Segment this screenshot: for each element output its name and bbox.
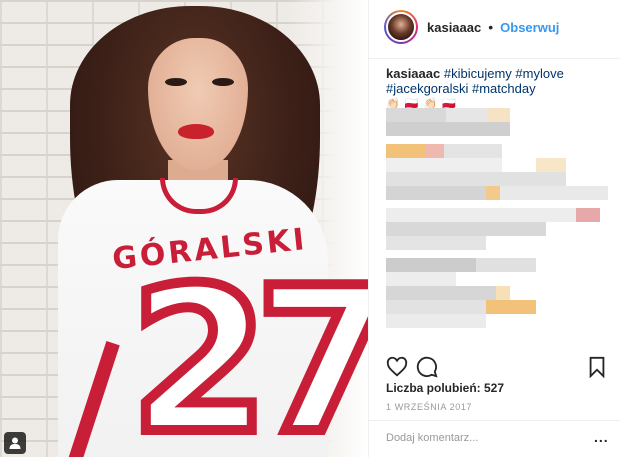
comment-divider — [368, 420, 620, 421]
lips — [178, 124, 214, 139]
separator-dot: • — [488, 19, 494, 35]
hashtag-link[interactable]: #matchday — [472, 81, 536, 96]
post-photo[interactable]: GÓRALSKI 27 — [0, 0, 368, 457]
hashtag-link[interactable]: #jacekgoralski — [386, 81, 468, 96]
hashtag-link[interactable]: #kibicujemy — [444, 66, 512, 81]
pixelated-comments — [386, 108, 608, 338]
caption-username[interactable]: kasiaaac — [386, 66, 440, 81]
post-header: kasiaaac • Obserwuj — [384, 8, 559, 46]
comment-field[interactable] — [386, 428, 582, 448]
comment-icon[interactable] — [416, 356, 438, 378]
heart-icon[interactable] — [386, 356, 408, 378]
follow-button[interactable]: Obserwuj — [500, 20, 559, 35]
like-count[interactable]: Liczba polubień: 527 — [386, 381, 504, 395]
user-tag-icon[interactable] — [4, 432, 26, 454]
post-actions — [386, 356, 608, 379]
post-date[interactable]: 1 WRZEŚNIA 2017 — [386, 402, 472, 412]
header-username[interactable]: kasiaaac — [427, 20, 481, 35]
left-eye — [165, 78, 187, 86]
more-options-button[interactable]: ... — [594, 430, 609, 444]
post-sidebar: kasiaaac • Obserwuj kasiaaac #kibicujemy… — [368, 0, 620, 457]
header-divider — [368, 58, 620, 59]
avatar[interactable] — [384, 10, 418, 44]
right-eye — [212, 78, 234, 86]
hashtag-link[interactable]: #mylove — [515, 66, 563, 81]
bookmark-icon[interactable] — [586, 356, 608, 379]
jersey-number: 27 — [125, 245, 368, 457]
caption: kasiaaac #kibicujemy #mylove #jacekgoral… — [386, 66, 606, 112]
